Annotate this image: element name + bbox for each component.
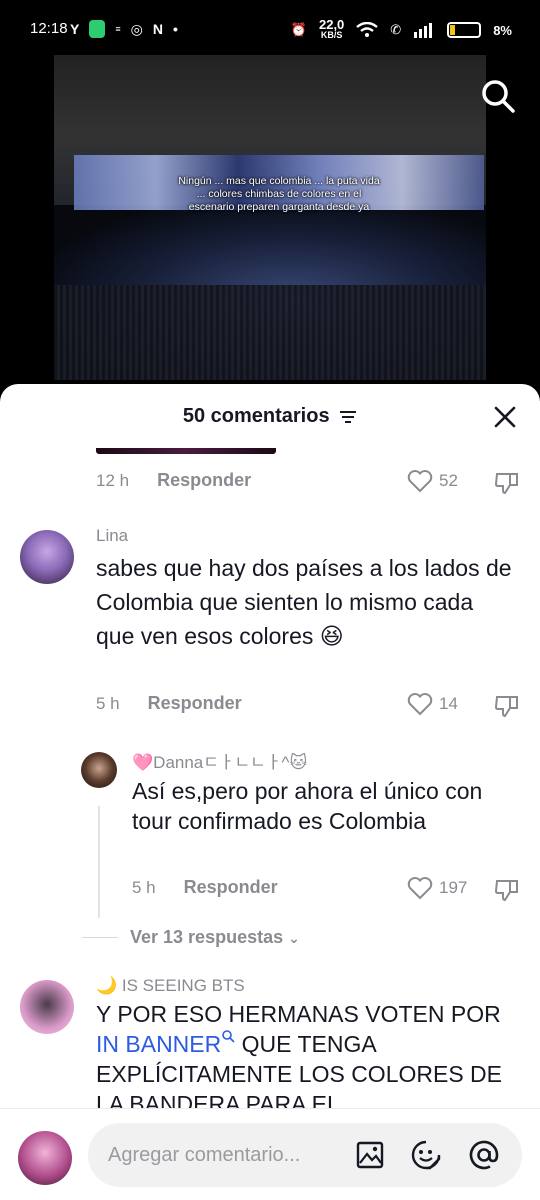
- dislike-icon[interactable]: [494, 693, 520, 719]
- hd-icon: ≡: [115, 23, 121, 34]
- comment-time: 5 h: [96, 693, 120, 713]
- call-icon: ✆: [390, 22, 402, 37]
- comment-text: Así es,pero por ahora el único con tour …: [132, 778, 483, 834]
- dislike-icon[interactable]: [494, 877, 520, 903]
- reply-button[interactable]: Responder: [148, 693, 242, 714]
- like-count: 197: [439, 878, 468, 897]
- net-speed-value: 22,0: [318, 17, 345, 32]
- like-count: 52: [439, 471, 458, 490]
- comments-title: 50 comentarios: [0, 405, 540, 428]
- like-count: 14: [439, 694, 458, 713]
- battery-icon: [447, 22, 482, 38]
- close-icon[interactable]: [492, 404, 518, 430]
- netflix-icon: N: [152, 21, 163, 37]
- like-button[interactable]: 14: [407, 692, 458, 716]
- avatar[interactable]: [81, 752, 117, 788]
- comment-username[interactable]: 🩷Dannaㄷㅏㄴㄴㅏ^🐱: [132, 748, 307, 773]
- reply-button[interactable]: Responder: [184, 877, 278, 898]
- dislike-icon[interactable]: [494, 470, 520, 496]
- status-bar: 12:18 Y ≡ ◎ N • ⏰ 22,0 KB/S ✆ 8%: [0, 0, 540, 60]
- comment-text-part: Y POR ESO HERMANAS VOTEN POR: [96, 1001, 501, 1027]
- avatar[interactable]: [20, 980, 74, 1034]
- my-avatar[interactable]: [18, 1131, 72, 1185]
- comment-meta: 5 h Responder: [96, 693, 242, 714]
- instagram-icon: ◎: [130, 20, 143, 37]
- dot-icon: •: [172, 21, 178, 37]
- heart-icon: [407, 470, 433, 493]
- search-link[interactable]: IN BANNER: [96, 1030, 235, 1057]
- emoji-icon[interactable]: [410, 1139, 442, 1171]
- comment-username[interactable]: Lina: [96, 526, 128, 546]
- crowd: [54, 285, 486, 380]
- net-speed: 22,0 KB/S: [318, 17, 345, 40]
- net-speed-unit: KB/S: [320, 30, 343, 40]
- view-replies-label: Ver 13 respuestas: [130, 927, 284, 947]
- wifi-icon: [356, 22, 379, 37]
- comment-meta: 12 h Responder: [96, 470, 251, 491]
- like-button[interactable]: 197: [407, 876, 467, 900]
- search-icon: [222, 1030, 235, 1043]
- signal-icon: [414, 23, 433, 38]
- search-link-label: IN BANNER: [96, 1031, 222, 1057]
- comment-text: Y POR ESO HERMANAS VOTEN POR IN BANNER Q…: [96, 999, 516, 1119]
- divider: [82, 937, 118, 938]
- system-icons: ⏰ 22,0 KB/S ✆ 8%: [290, 17, 512, 40]
- heart-icon: [407, 693, 433, 716]
- mention-icon[interactable]: [468, 1139, 500, 1171]
- thread-line: [98, 806, 100, 918]
- image-icon[interactable]: [354, 1139, 386, 1171]
- video-player[interactable]: Ningún ... mas que colombia ... la puta …: [54, 55, 486, 380]
- comment-input-container[interactable]: [88, 1123, 522, 1187]
- reply-button[interactable]: Responder: [157, 470, 251, 491]
- comments-count: 50 comentarios: [182, 405, 330, 427]
- comment-input-bar: [0, 1108, 540, 1200]
- status-time: 12:18: [30, 20, 68, 37]
- comment-time: 12 h: [96, 470, 130, 490]
- avatar[interactable]: [20, 530, 74, 584]
- green-app-icon: [89, 20, 106, 38]
- heart-icon: [407, 877, 433, 900]
- like-button[interactable]: 52: [407, 469, 458, 493]
- filter-icon[interactable]: [339, 410, 357, 424]
- view-replies-button[interactable]: Ver 13 respuestas ⌄: [130, 927, 300, 948]
- comment-image-sticker[interactable]: [96, 448, 276, 454]
- search-icon[interactable]: [480, 78, 516, 114]
- comment-meta: 5 h Responder: [132, 877, 278, 898]
- comment-username[interactable]: 🌙 IS SEEING BTS: [96, 976, 245, 996]
- comment-input[interactable]: [108, 1141, 348, 1169]
- comments-header: 50 comentarios: [0, 384, 540, 450]
- chevron-down-icon: ⌄: [288, 930, 300, 946]
- comment-time: 5 h: [132, 877, 156, 897]
- alarm-icon: ⏰: [290, 22, 307, 37]
- battery-percent: 8%: [493, 22, 512, 38]
- y-app-icon: Y: [70, 21, 80, 37]
- comments-sheet: 50 comentarios 12 h Responder 52 Lina sa…: [0, 384, 540, 1200]
- video-caption: Ningún ... mas que colombia ... la puta …: [178, 175, 380, 213]
- notification-icons: Y ≡ ◎ N •: [70, 20, 178, 38]
- comment-text: sabes que hay dos países a los lados de …: [96, 555, 512, 649]
